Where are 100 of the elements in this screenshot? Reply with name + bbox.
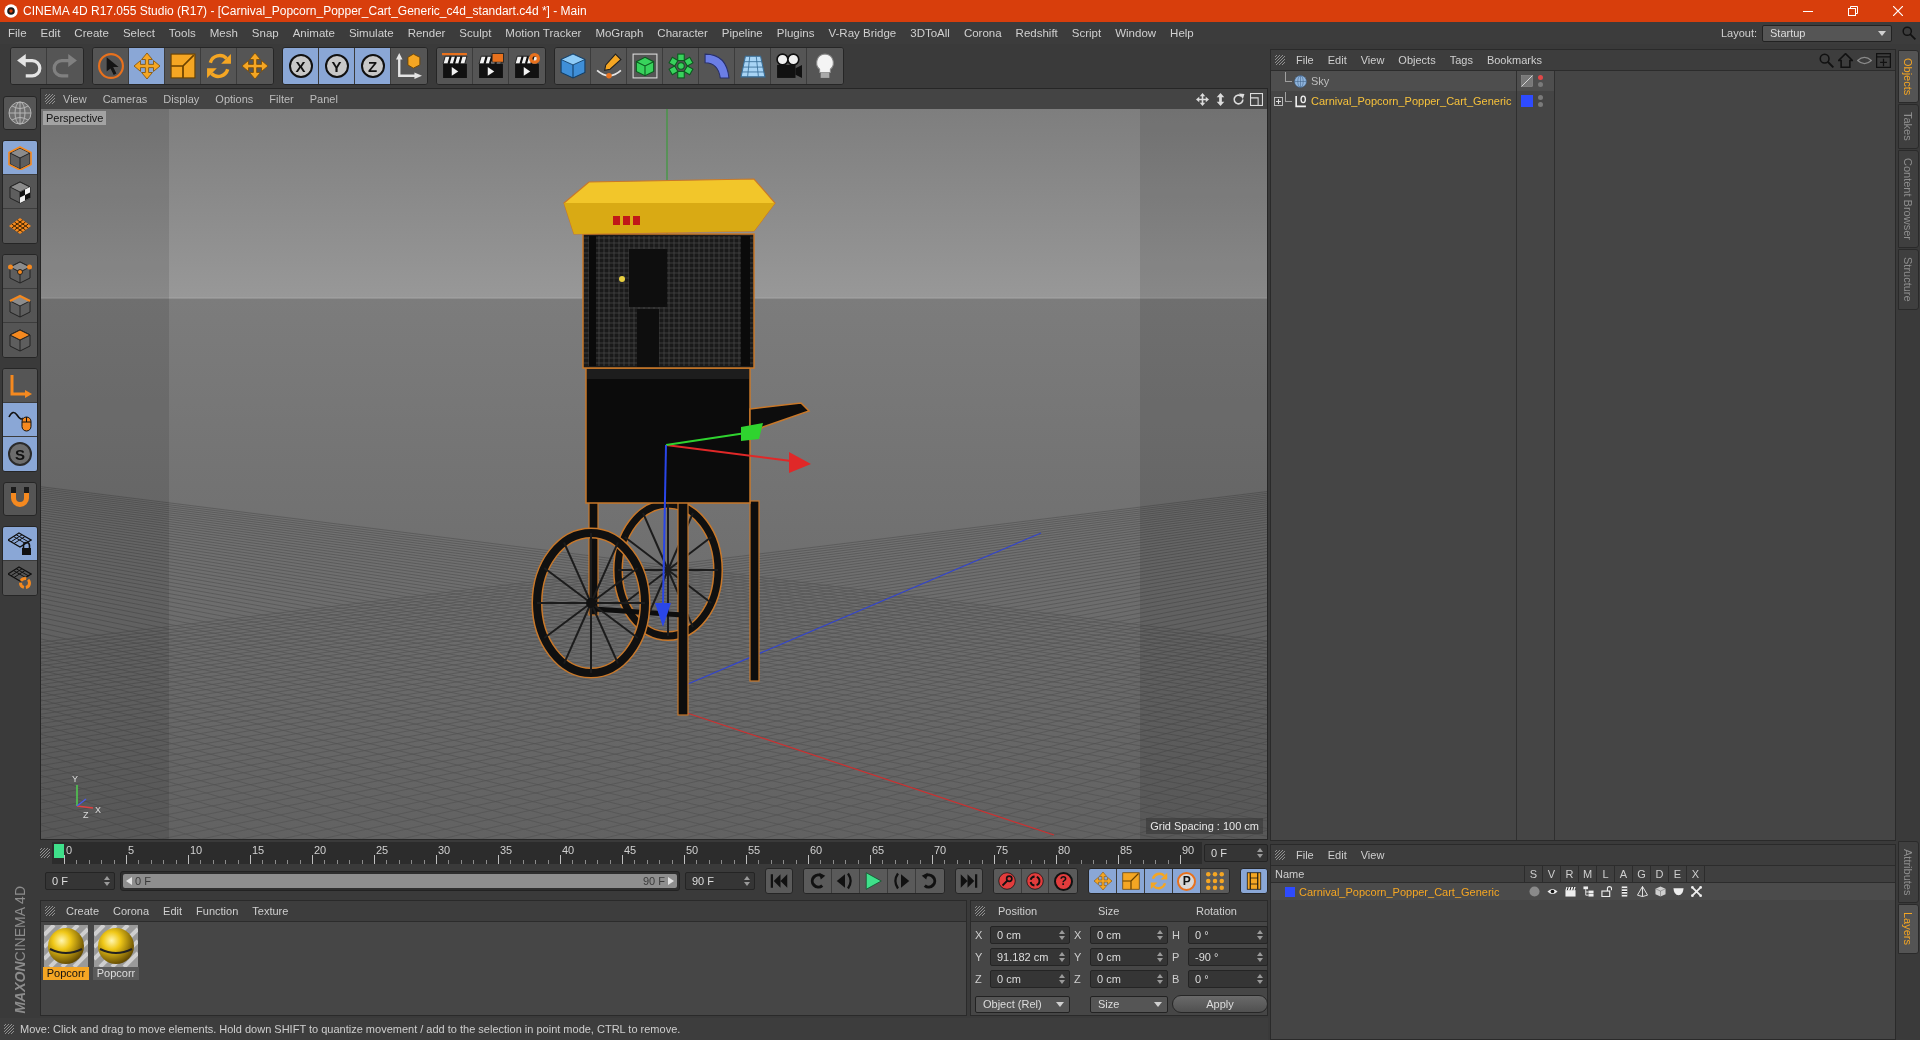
visibility-dot[interactable] bbox=[1538, 95, 1543, 100]
scale-button[interactable] bbox=[1117, 869, 1146, 893]
bend-button[interactable] bbox=[699, 48, 735, 84]
bowl-icon[interactable] bbox=[1672, 886, 1684, 897]
make-editable-button[interactable] bbox=[3, 96, 37, 130]
menu-item[interactable]: V-Ray Bridge bbox=[821, 27, 904, 39]
menu-item[interactable]: Filter bbox=[261, 93, 302, 105]
axis-toggle-button[interactable]: Z bbox=[355, 48, 391, 84]
points-button[interactable] bbox=[3, 255, 37, 289]
menu-item[interactable]: View bbox=[55, 93, 95, 105]
rotation-field[interactable]: -90 ° bbox=[1188, 948, 1268, 966]
frame-field[interactable]: 0 F bbox=[1204, 844, 1268, 862]
menu-item[interactable]: Animate bbox=[285, 27, 342, 39]
spinner-icon[interactable] bbox=[1157, 952, 1163, 962]
start-frame-field[interactable]: 0 F bbox=[45, 872, 115, 890]
point-level-button[interactable] bbox=[1201, 869, 1230, 893]
menu-item[interactable]: Script bbox=[1064, 27, 1109, 39]
grip-icon[interactable] bbox=[1275, 850, 1285, 860]
menu-item[interactable]: Tools bbox=[161, 27, 203, 39]
padlock-icon[interactable] bbox=[1600, 886, 1612, 897]
menu-item[interactable]: Sculpt bbox=[452, 27, 499, 39]
object-name[interactable]: Carnival_Popcorn_Popper_Cart_Generic bbox=[1311, 95, 1512, 107]
menu-item[interactable]: Function bbox=[189, 905, 246, 917]
size-field[interactable]: 0 cm bbox=[1090, 948, 1168, 966]
autokey-button[interactable] bbox=[1021, 869, 1050, 893]
size-dropdown[interactable]: Size bbox=[1090, 995, 1168, 1013]
texture-button[interactable] bbox=[3, 175, 37, 209]
prev-key-button[interactable] bbox=[803, 869, 832, 893]
picture-viewer-button[interactable] bbox=[473, 48, 509, 84]
right-arrow-icon[interactable] bbox=[668, 877, 674, 885]
camera-button[interactable] bbox=[771, 48, 807, 84]
axis-toggle-button[interactable]: X bbox=[283, 48, 319, 84]
coord-system-button[interactable] bbox=[391, 48, 427, 84]
menu-item[interactable]: View bbox=[1353, 849, 1392, 861]
menu-item[interactable]: Simulate bbox=[341, 27, 401, 39]
layer-color-swatch[interactable] bbox=[1521, 95, 1533, 107]
circle-arrow-icon[interactable] bbox=[1232, 92, 1245, 106]
grip-icon[interactable] bbox=[45, 906, 55, 916]
rotation-field[interactable]: 0 ° bbox=[1188, 926, 1268, 944]
up-down-arrow-icon[interactable] bbox=[1214, 92, 1227, 106]
menu-item[interactable]: Corona bbox=[106, 905, 157, 917]
menu-item[interactable]: Display bbox=[155, 93, 208, 105]
undo-button[interactable] bbox=[11, 48, 47, 84]
menu-item[interactable]: File bbox=[1289, 849, 1321, 861]
next-frame-button[interactable] bbox=[887, 869, 916, 893]
visibility-dot[interactable] bbox=[1538, 82, 1543, 87]
tweak-button[interactable] bbox=[3, 403, 37, 437]
material-preview[interactable] bbox=[44, 925, 88, 967]
menu-item[interactable]: Tags bbox=[1442, 54, 1480, 66]
menu-item[interactable]: Character bbox=[650, 27, 715, 39]
axis-button[interactable] bbox=[3, 369, 37, 403]
keyframe-button[interactable]: ? bbox=[1049, 869, 1078, 893]
scale-button[interactable] bbox=[165, 48, 201, 84]
menu-item[interactable]: Edit bbox=[156, 905, 190, 917]
grip-icon[interactable] bbox=[1275, 55, 1285, 65]
go-end-button[interactable] bbox=[954, 868, 983, 894]
menu-item[interactable]: File bbox=[1289, 54, 1321, 66]
menu-item[interactable]: Bookmarks bbox=[1479, 54, 1549, 66]
window-icon[interactable] bbox=[1250, 92, 1263, 106]
menu-item[interactable]: Redshift bbox=[1008, 27, 1065, 39]
menu-item[interactable]: MoGraph bbox=[588, 27, 651, 39]
model-button[interactable] bbox=[3, 141, 37, 175]
menu-item[interactable]: File bbox=[1, 27, 34, 39]
render-settings-button[interactable] bbox=[509, 48, 545, 84]
side-tab[interactable]: Layers bbox=[1898, 904, 1919, 954]
left-arrow-icon[interactable] bbox=[126, 877, 132, 885]
timeline-ruler[interactable]: 0 5 10 15 20 25 30 35 40 45 50 55 60 65 70 75 80 85 90 bbox=[52, 842, 1202, 864]
cube-button[interactable] bbox=[555, 48, 591, 84]
menu-item[interactable]: Texture bbox=[245, 905, 296, 917]
menu-item[interactable]: Help bbox=[1163, 27, 1201, 39]
grid-rotate-button[interactable] bbox=[3, 561, 37, 595]
spinner-icon[interactable] bbox=[1157, 974, 1163, 984]
size-field[interactable]: 0 cm bbox=[1090, 970, 1168, 988]
move-button[interactable] bbox=[1089, 869, 1118, 893]
render-view-button[interactable] bbox=[437, 48, 473, 84]
eye-icon[interactable] bbox=[1546, 886, 1558, 897]
menu-item[interactable]: Create bbox=[59, 905, 107, 917]
menu-item[interactable]: Edit bbox=[33, 27, 68, 39]
grip-icon[interactable] bbox=[45, 94, 55, 104]
magnet-button[interactable] bbox=[3, 482, 37, 516]
menu-item[interactable]: Window bbox=[1108, 27, 1164, 39]
tag-icon[interactable] bbox=[1521, 75, 1533, 87]
rotate-button[interactable] bbox=[201, 48, 237, 84]
axis-toggle-button[interactable]: Y bbox=[319, 48, 355, 84]
polygons-button[interactable] bbox=[3, 323, 37, 357]
prev-frame-button[interactable] bbox=[831, 869, 860, 893]
menu-item[interactable]: Select bbox=[115, 27, 162, 39]
grip-icon[interactable] bbox=[40, 848, 50, 858]
four-arrows-icon[interactable] bbox=[1196, 92, 1209, 106]
film-button[interactable] bbox=[1240, 868, 1268, 894]
menu-item[interactable]: Objects bbox=[1391, 54, 1443, 66]
cube-icon[interactable] bbox=[1654, 886, 1666, 897]
play-button[interactable] bbox=[859, 869, 888, 893]
solo-button[interactable]: S bbox=[3, 437, 37, 471]
object-name[interactable]: Sky bbox=[1311, 75, 1330, 87]
menu-item[interactable]: Snap bbox=[244, 27, 286, 39]
select-button[interactable] bbox=[93, 48, 129, 84]
material-name[interactable]: Popcorr bbox=[93, 967, 139, 980]
menu-item[interactable]: Pipeline bbox=[714, 27, 770, 39]
position-field[interactable]: 0 cm bbox=[990, 970, 1070, 988]
